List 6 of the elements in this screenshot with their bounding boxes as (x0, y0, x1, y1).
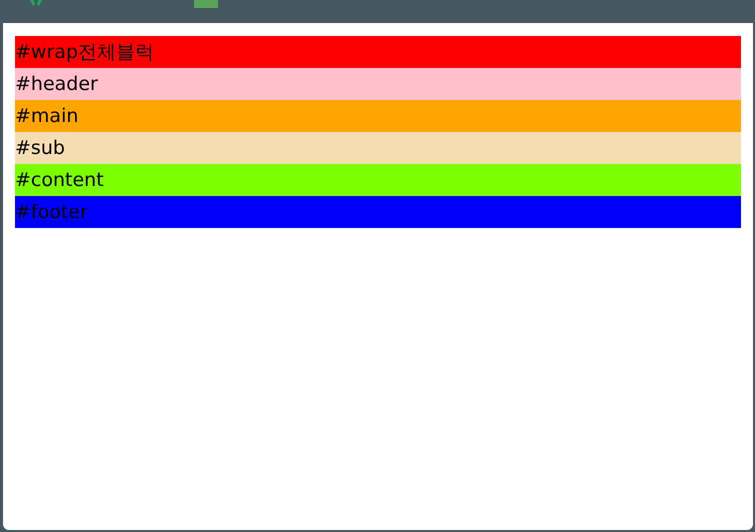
layout-block: #header (15, 68, 741, 100)
layout-block: #main (15, 100, 741, 132)
layout-block: #sub (15, 132, 741, 164)
layout-block: #wrap전체블럭 (15, 36, 741, 68)
layout-block: #footer (15, 196, 741, 228)
layout-block: #content (15, 164, 741, 196)
